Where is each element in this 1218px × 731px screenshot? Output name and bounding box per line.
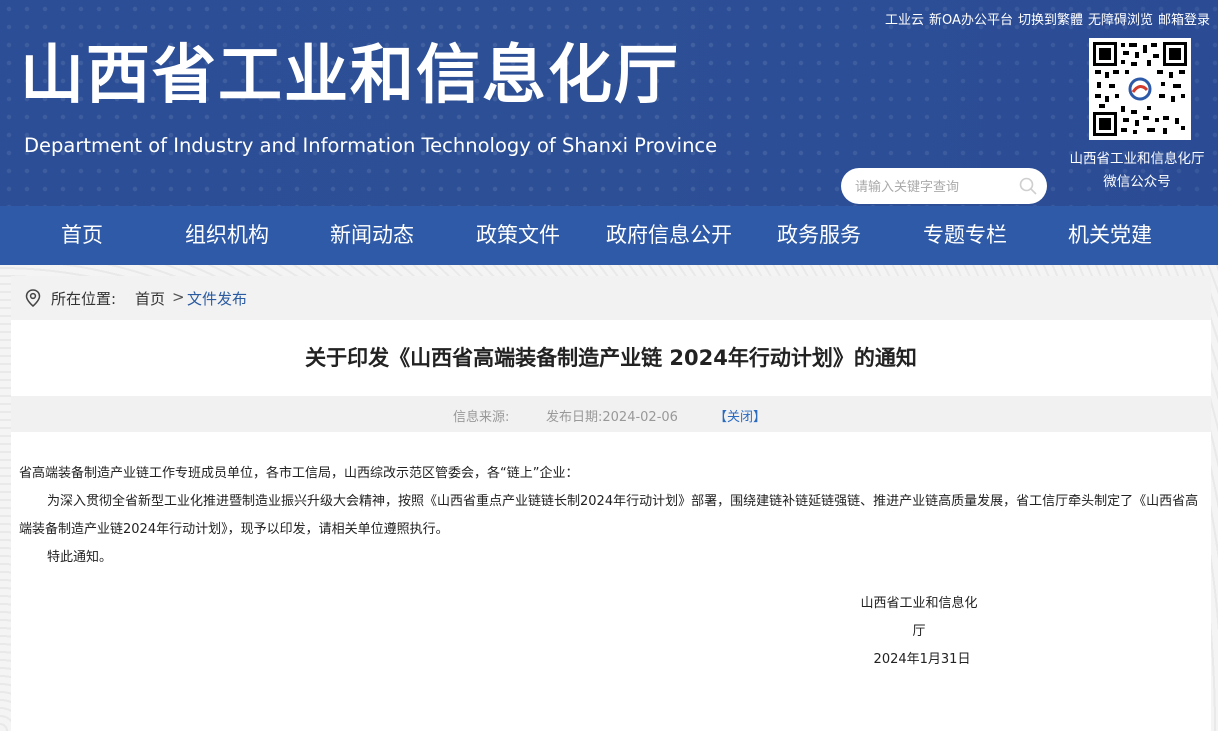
toplink-oa[interactable]: 新OA办公平台 bbox=[929, 9, 1013, 28]
qr-caption-wechat: 微信公众号 bbox=[1103, 174, 1171, 190]
article-salutation: 省高端装备制造产业链工作专班成员单位，各市工信局，山西综改示范区管委会，各“链上… bbox=[19, 466, 579, 481]
article-signature: 山西省工业和信息化厅 2024年1月31日 bbox=[859, 590, 979, 674]
article-title: 关于印发《山西省高端装备制造产业链 2024年行动计划》的通知 bbox=[305, 346, 917, 370]
breadcrumb-current[interactable]: 文件发布 bbox=[187, 288, 247, 309]
nav-item-organization[interactable]: 组织机构 bbox=[176, 206, 278, 265]
breadcrumb-separator: > bbox=[172, 288, 185, 306]
breadcrumb: 所在位置: 首页 > 文件发布 bbox=[11, 276, 1211, 320]
site-title[interactable]: 山西省工业和信息化厅 bbox=[20, 44, 680, 108]
article-meta: 信息来源: 发布日期:2024-02-06 【关闭】 bbox=[11, 396, 1211, 432]
site-subtitle: Department of Industry and Information T… bbox=[24, 134, 718, 157]
main-nav: 首页 组织机构 新闻动态 政策文件 政府信息公开 政务服务 专题专栏 机关党建 bbox=[0, 206, 1218, 265]
qr-caption: 山西省工业和信息化厅 微信公众号 bbox=[1057, 148, 1217, 194]
article-source: 信息来源: bbox=[453, 410, 510, 425]
signature-date: 2024年1月31日 bbox=[873, 652, 971, 667]
search-box bbox=[841, 168, 1047, 204]
article-paragraph: 为深入贯彻全省新型工业化推进暨制造业振兴升级大会精神，按照《山西省重点产业链链长… bbox=[19, 494, 1199, 537]
article-closing: 特此通知。 bbox=[47, 550, 113, 565]
article-body: 省高端装备制造产业链工作专班成员单位，各市工信局，山西综改示范区管委会，各“链上… bbox=[19, 460, 1203, 572]
toplink-gongyeyun[interactable]: 工业云 bbox=[885, 9, 924, 28]
qr-caption-org: 山西省工业和信息化厅 bbox=[1069, 151, 1205, 167]
toplink-accessibility[interactable]: 无障碍浏览 bbox=[1088, 9, 1153, 28]
search-input[interactable] bbox=[853, 176, 1007, 198]
nav-item-news[interactable]: 新闻动态 bbox=[321, 206, 423, 265]
signature-org: 山西省工业和信息化厅 bbox=[860, 596, 978, 639]
article-date: 发布日期:2024-02-06 bbox=[546, 410, 678, 425]
breadcrumb-label: 所在位置: bbox=[51, 290, 117, 308]
toplink-traditional[interactable]: 切换到繁體 bbox=[1018, 9, 1083, 28]
article: 关于印发《山西省高端装备制造产业链 2024年行动计划》的通知 信息来源: 发布… bbox=[11, 320, 1211, 731]
nav-item-policy[interactable]: 政策文件 bbox=[467, 206, 569, 265]
breadcrumb-home[interactable]: 首页 bbox=[135, 288, 165, 309]
close-button[interactable]: 【关闭】 bbox=[714, 406, 766, 425]
nav-item-services[interactable]: 政务服务 bbox=[768, 206, 870, 265]
nav-item-gov-info[interactable]: 政府信息公开 bbox=[598, 206, 740, 265]
toplink-mail-login[interactable]: 邮箱登录 bbox=[1158, 9, 1210, 28]
top-links: 工业云 新OA办公平台 切换到繁體 无障碍浏览 邮箱登录 bbox=[885, 9, 1210, 28]
search-icon[interactable] bbox=[1019, 177, 1037, 195]
wechat-qr-code bbox=[1089, 38, 1191, 140]
site-header: 山西省工业和信息化厅 Department of Industry and In… bbox=[0, 0, 1218, 206]
nav-item-home[interactable]: 首页 bbox=[42, 206, 122, 265]
nav-item-topics[interactable]: 专题专栏 bbox=[914, 206, 1016, 265]
location-pin-icon bbox=[25, 289, 41, 307]
nav-item-party[interactable]: 机关党建 bbox=[1059, 206, 1161, 265]
